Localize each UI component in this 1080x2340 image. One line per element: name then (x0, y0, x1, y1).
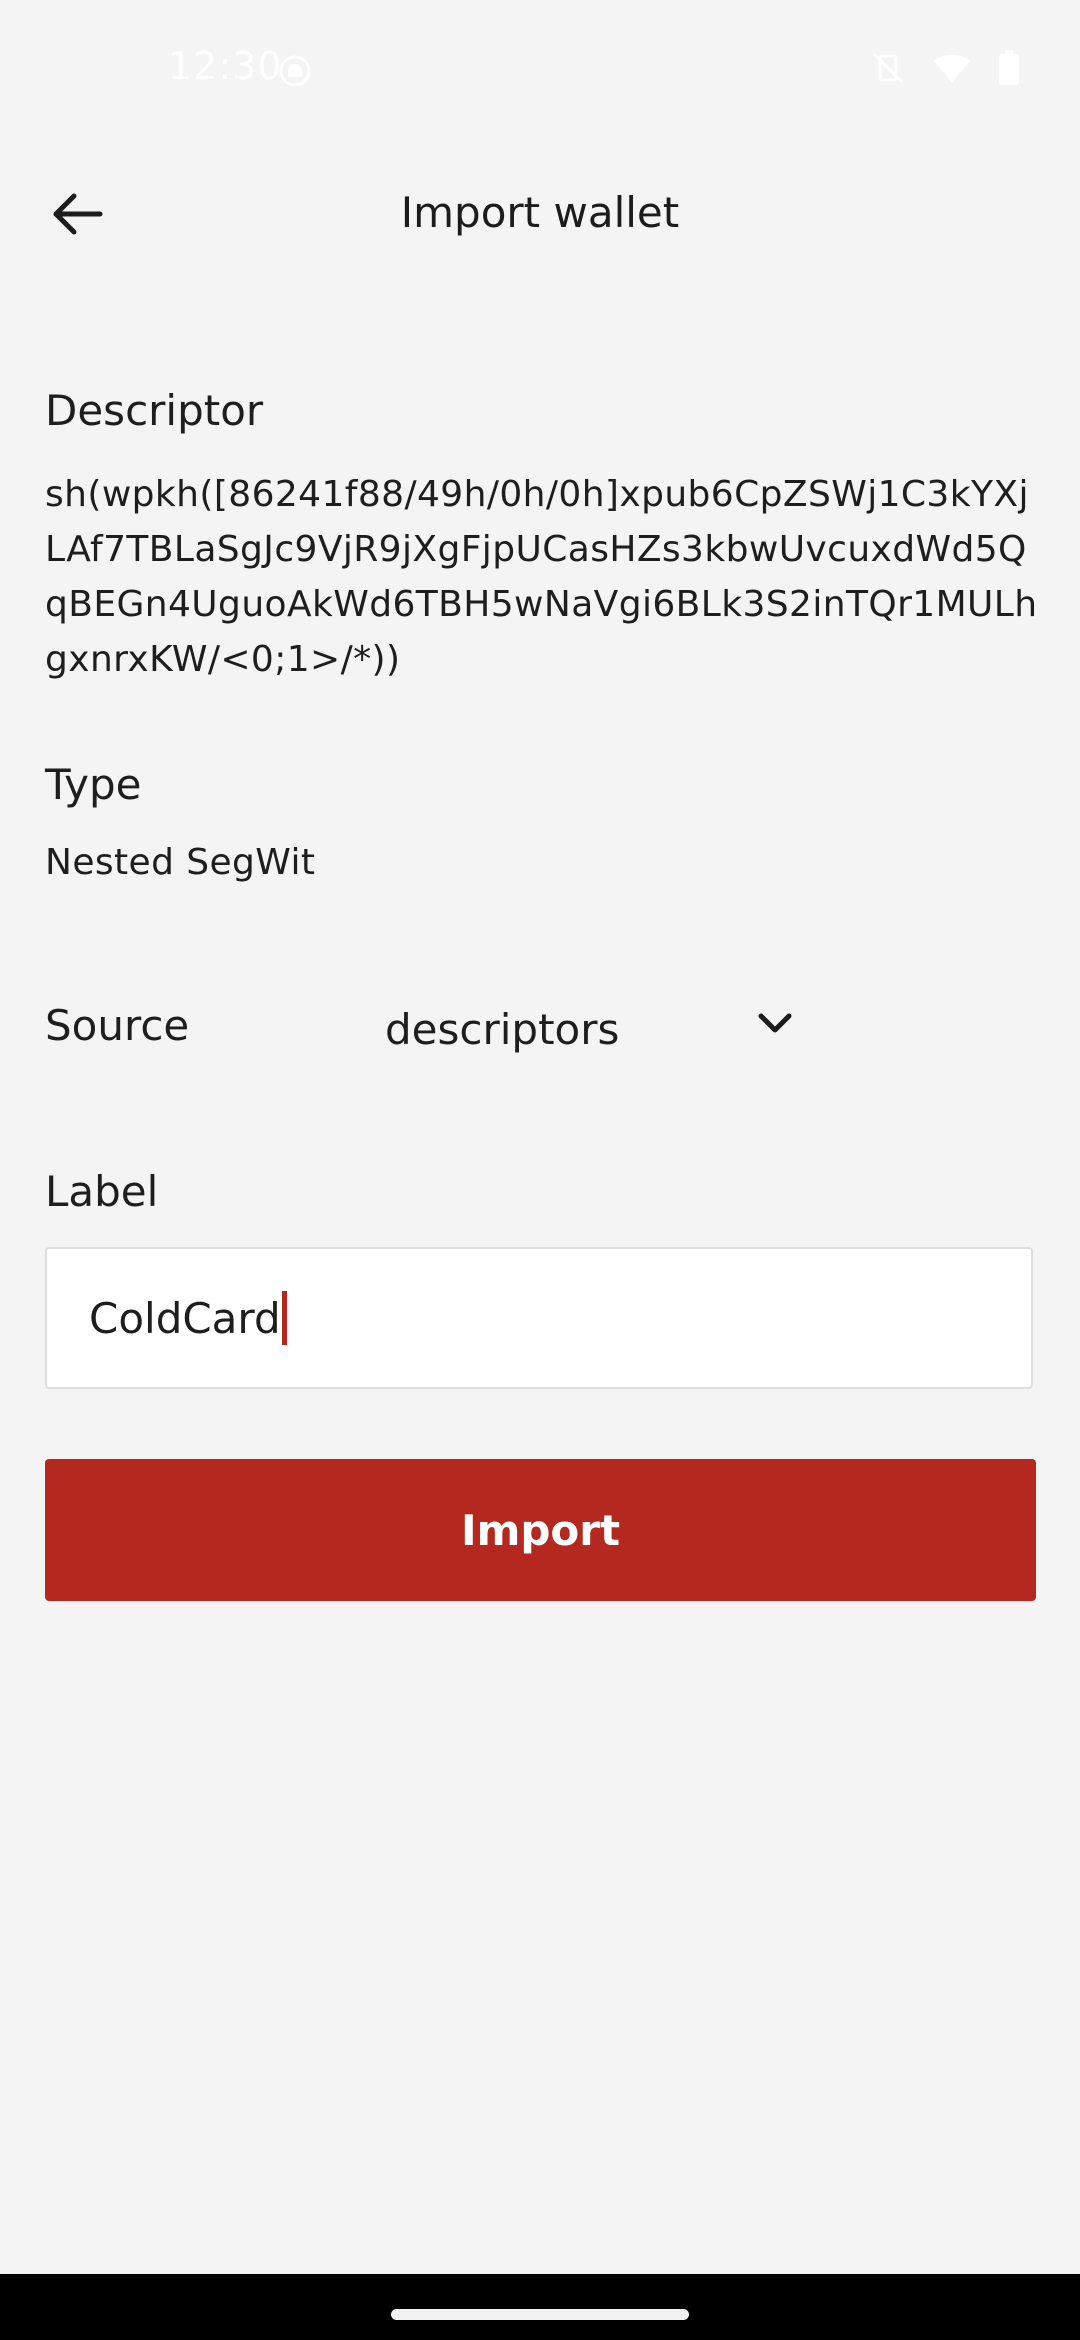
source-selected-value: descriptors (385, 1004, 620, 1054)
import-button[interactable]: Import (45, 1459, 1036, 1601)
text-caret (281, 1291, 287, 1345)
app-notification-icon (278, 54, 312, 88)
label-input-value: ColdCard (89, 1293, 281, 1343)
home-indicator[interactable] (391, 2309, 689, 2320)
source-label: Source (45, 1001, 190, 1050)
page-title: Import wallet (400, 188, 680, 237)
type-label: Type (45, 760, 142, 809)
status-time: 12:30 (168, 44, 283, 88)
type-value: Nested SegWit (45, 842, 316, 883)
status-bar: 12:30 (0, 0, 1080, 140)
navigation-bar (0, 2274, 1080, 2340)
label-input[interactable]: ColdCard (45, 1247, 1033, 1389)
descriptor-value: sh(wpkh([86241f88/49h/0h/0h]xpub6CpZSWj1… (45, 474, 1038, 680)
source-dropdown[interactable]: descriptors (385, 996, 795, 1062)
vibrate-mute-icon (870, 50, 906, 86)
status-icons (870, 50, 1020, 86)
wifi-icon (932, 51, 972, 85)
chevron-down-icon (755, 1008, 795, 1042)
battery-icon (998, 50, 1020, 86)
label-field-label: Label (45, 1167, 159, 1216)
top-app-bar: Import wallet (0, 160, 1080, 272)
descriptor-label: Descriptor (45, 386, 264, 435)
